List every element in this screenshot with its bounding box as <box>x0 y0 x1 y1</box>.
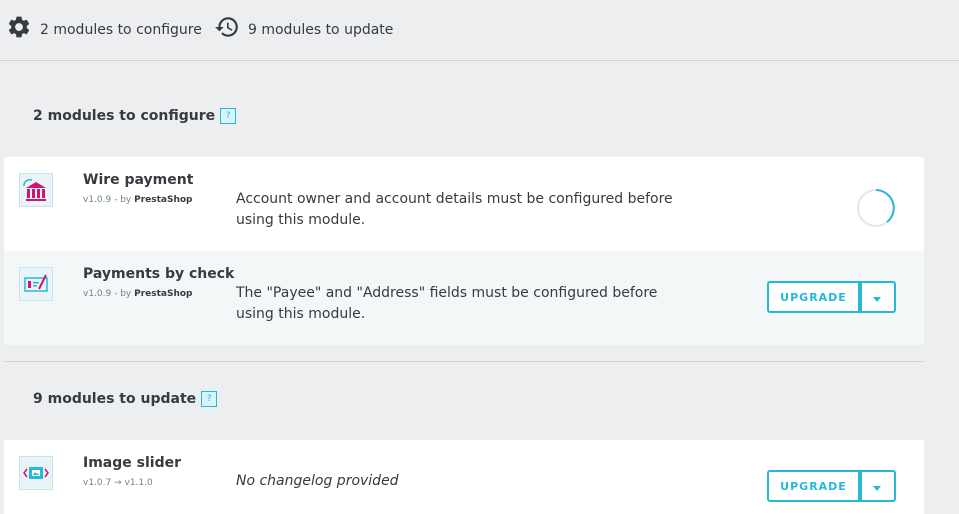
section-title-configure: 2 modules to configure ? <box>33 108 237 124</box>
module-name: Image slider <box>83 455 181 471</box>
module-version-text: v1.0.9 - by <box>83 289 132 299</box>
module-changelog: No changelog provided <box>236 473 399 489</box>
history-icon <box>214 14 240 40</box>
tab-label: 2 modules to configure <box>40 22 202 38</box>
module-version: v1.0.7 → v1.1.0 <box>83 478 153 488</box>
help-icon[interactable]: ? <box>220 108 237 124</box>
section-divider <box>4 361 924 362</box>
module-row-wire-payment: Wire payment v1.0.9 - by PrestaShop Acco… <box>4 157 924 251</box>
module-version-text: v1.0.9 - by <box>83 195 132 205</box>
module-author: PrestaShop <box>134 289 193 299</box>
image-slider-icon <box>19 456 53 490</box>
caret-down-icon <box>873 296 881 302</box>
upgrade-button-group: UPGRADE <box>767 470 896 502</box>
module-version: v1.0.9 - by PrestaShop <box>83 289 193 299</box>
section-title-update: 9 modules to update ? <box>33 391 218 407</box>
section-title-text: 9 modules to update <box>33 391 197 407</box>
tab-modules-to-configure[interactable]: 2 modules to configure <box>6 14 202 40</box>
section-title-text: 2 modules to configure <box>33 108 216 124</box>
module-row-payments-by-check: Payments by check v1.0.9 - by PrestaShop… <box>4 251 924 345</box>
upgrade-button[interactable]: UPGRADE <box>767 470 860 502</box>
module-author: PrestaShop <box>134 195 193 205</box>
dropdown-toggle-button[interactable] <box>860 281 896 313</box>
dropdown-toggle-button[interactable] <box>860 470 896 502</box>
module-version: v1.0.9 - by PrestaShop <box>83 195 193 205</box>
upgrade-button-group: UPGRADE <box>767 281 896 313</box>
gear-icon <box>6 14 32 40</box>
module-description: Account owner and account details must b… <box>236 191 673 228</box>
caret-down-icon <box>873 485 881 491</box>
check-payment-icon <box>19 267 53 301</box>
bank-icon <box>19 173 53 207</box>
module-tabs-bar: 2 modules to configure 9 modules to upda… <box>0 0 959 61</box>
help-icon[interactable]: ? <box>201 391 218 407</box>
upgrade-button[interactable]: UPGRADE <box>767 281 860 313</box>
tab-modules-to-update[interactable]: 9 modules to update <box>214 14 393 40</box>
module-name: Wire payment <box>83 172 194 188</box>
module-description: The "Payee" and "Address" fields must be… <box>236 285 658 322</box>
module-name: Payments by check <box>83 266 235 282</box>
module-row-image-slider: Image slider v1.0.7 → v1.1.0 No changelo… <box>4 440 924 514</box>
tab-label: 9 modules to update <box>248 22 394 38</box>
loading-spinner <box>856 188 896 228</box>
